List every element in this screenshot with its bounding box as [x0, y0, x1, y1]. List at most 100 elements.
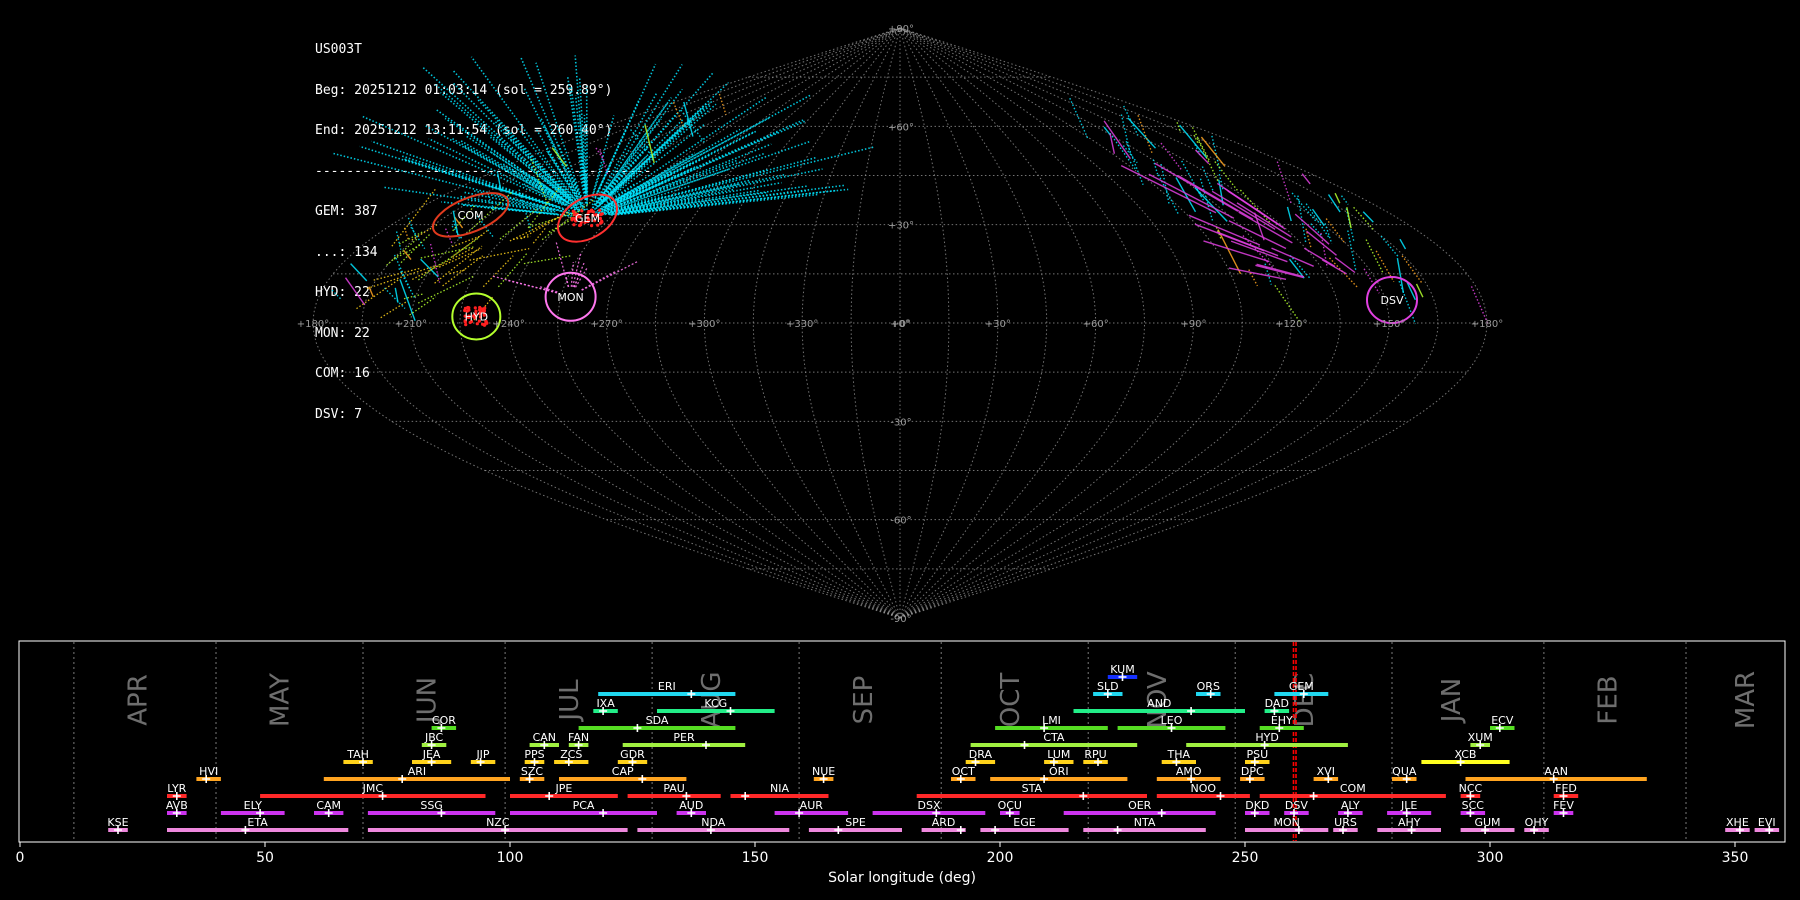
radiant-label: COM — [458, 209, 484, 222]
shower-peak-marker — [1324, 775, 1333, 783]
shower-peak-marker — [819, 775, 828, 783]
meteor-track — [1399, 238, 1407, 250]
shower-label: ECV — [1491, 714, 1514, 727]
shower-label: ETA — [247, 816, 268, 829]
month-label: JAN — [1437, 678, 1467, 724]
radiant-label: GEM — [575, 212, 600, 225]
shower-peak-marker — [172, 792, 181, 800]
shower-peak-marker — [741, 792, 750, 800]
shower-label: SSG — [420, 799, 443, 812]
month-grid: APR MAY JUN JUL AUG SEP OCT NOV DEC JAN FEB MAR — [73, 642, 1761, 841]
shower-label: JPE — [554, 782, 572, 795]
meteor-track — [360, 115, 563, 206]
meteor-track — [417, 275, 475, 304]
x-tick-label: 300 — [1477, 850, 1504, 866]
shower-label: AMO — [1176, 765, 1202, 778]
shower-peak-marker — [1049, 758, 1058, 766]
shower-peak-marker — [1206, 690, 1215, 698]
longitude-label: +150° — [1373, 319, 1405, 330]
shower-label: ZCS — [560, 748, 582, 761]
x-tick-label: 250 — [1232, 850, 1259, 866]
meteor-track — [1347, 230, 1357, 272]
shower-label: AUR — [800, 799, 824, 812]
month-label: AUG — [697, 672, 727, 729]
shower-peak-marker — [956, 826, 965, 834]
month-label: JUN — [413, 677, 443, 725]
shower-peak-marker — [687, 809, 696, 817]
longitude-label: +30° — [985, 319, 1011, 330]
shower-peak-marker — [1079, 792, 1088, 800]
shower-peak-marker — [1407, 826, 1416, 834]
meteor-track — [1401, 255, 1423, 284]
shower-bars: KUM ERI SLD ORS GEM IXA KCG AND DAD COR SDA LMI LEO E… — [107, 663, 1780, 834]
meteor-track — [1152, 159, 1159, 175]
shower-label: JLE — [1400, 799, 1417, 812]
shower-peak-marker — [540, 741, 549, 749]
shower-label: SLD — [1097, 680, 1119, 693]
meteor-track — [344, 277, 366, 306]
meteor-track — [572, 251, 582, 288]
shower-label: PCA — [573, 799, 595, 812]
meteor-track — [1236, 202, 1292, 238]
shower-peak-marker — [324, 809, 333, 817]
shower-label: PER — [673, 731, 695, 744]
shower-label: ARD — [932, 816, 956, 829]
shower-label: FAN — [568, 731, 589, 744]
shower-peak-marker — [932, 809, 941, 817]
x-axis-label: Solar longitude (deg) — [828, 870, 976, 886]
shower-label: LUM — [1047, 748, 1070, 761]
month-label: OCT — [996, 673, 1026, 728]
shower-label: SZC — [521, 765, 544, 778]
shower-label: ARI — [408, 765, 426, 778]
shower-peak-marker — [564, 758, 573, 766]
shower-label: JMC — [362, 782, 384, 795]
shower-label: CAM — [316, 799, 341, 812]
shower-label: KUM — [1110, 663, 1134, 676]
shower-peak-marker — [427, 741, 436, 749]
meteor-track — [1200, 136, 1226, 167]
shower-peak-marker — [1402, 809, 1411, 817]
shower-label: NOO — [1191, 782, 1217, 795]
month-label: NOV — [1143, 671, 1173, 728]
longitude-label: +90° — [1180, 319, 1206, 330]
shower-label: QUA — [1392, 765, 1417, 778]
shower-peak-marker — [1118, 673, 1127, 681]
radiant-label: DSV — [1381, 294, 1404, 307]
month-label: MAY — [266, 673, 296, 727]
shower-peak-marker — [359, 758, 367, 766]
x-tick-label: 50 — [256, 850, 274, 866]
shower-label: JBC — [424, 731, 444, 744]
shower-peak-marker — [574, 741, 583, 749]
latitude-label: -90° — [890, 614, 911, 625]
meteor-track — [1125, 140, 1144, 186]
meteor-track — [1179, 124, 1208, 159]
shower-peak-marker — [1172, 758, 1181, 766]
meteor-track — [1286, 206, 1292, 222]
shower-peak-marker — [628, 758, 637, 766]
meteor-track — [1321, 259, 1347, 275]
x-tick-label: 150 — [742, 850, 769, 866]
latitude-label: +30° — [888, 221, 914, 232]
shower-peak-marker — [1167, 724, 1176, 732]
shower-peak-marker — [1275, 724, 1284, 732]
shower-label: SPE — [845, 816, 866, 829]
shower-peak-marker — [1260, 741, 1269, 749]
longitude-label: +180° — [1471, 319, 1503, 330]
meteor-track — [1239, 189, 1272, 224]
month-label: MAR — [1731, 671, 1761, 729]
shower-peak-marker — [599, 809, 608, 817]
shower-label: PPS — [524, 748, 544, 761]
shower-peak-marker — [1005, 809, 1014, 817]
shower-label: AHY — [1398, 816, 1421, 829]
shower-label: HVI — [199, 765, 218, 778]
meteor-track — [399, 279, 416, 321]
shower-label: STA — [1022, 782, 1043, 795]
latitude-label: +60° — [888, 122, 914, 133]
shower-peak-marker — [971, 758, 980, 766]
month-label: DEC — [1290, 673, 1320, 728]
shower-peak-marker — [633, 724, 642, 732]
meteor-track — [350, 263, 368, 282]
shower-label: NDA — [701, 816, 726, 829]
shower-peak-marker — [706, 826, 715, 834]
meteor-track — [380, 300, 408, 319]
